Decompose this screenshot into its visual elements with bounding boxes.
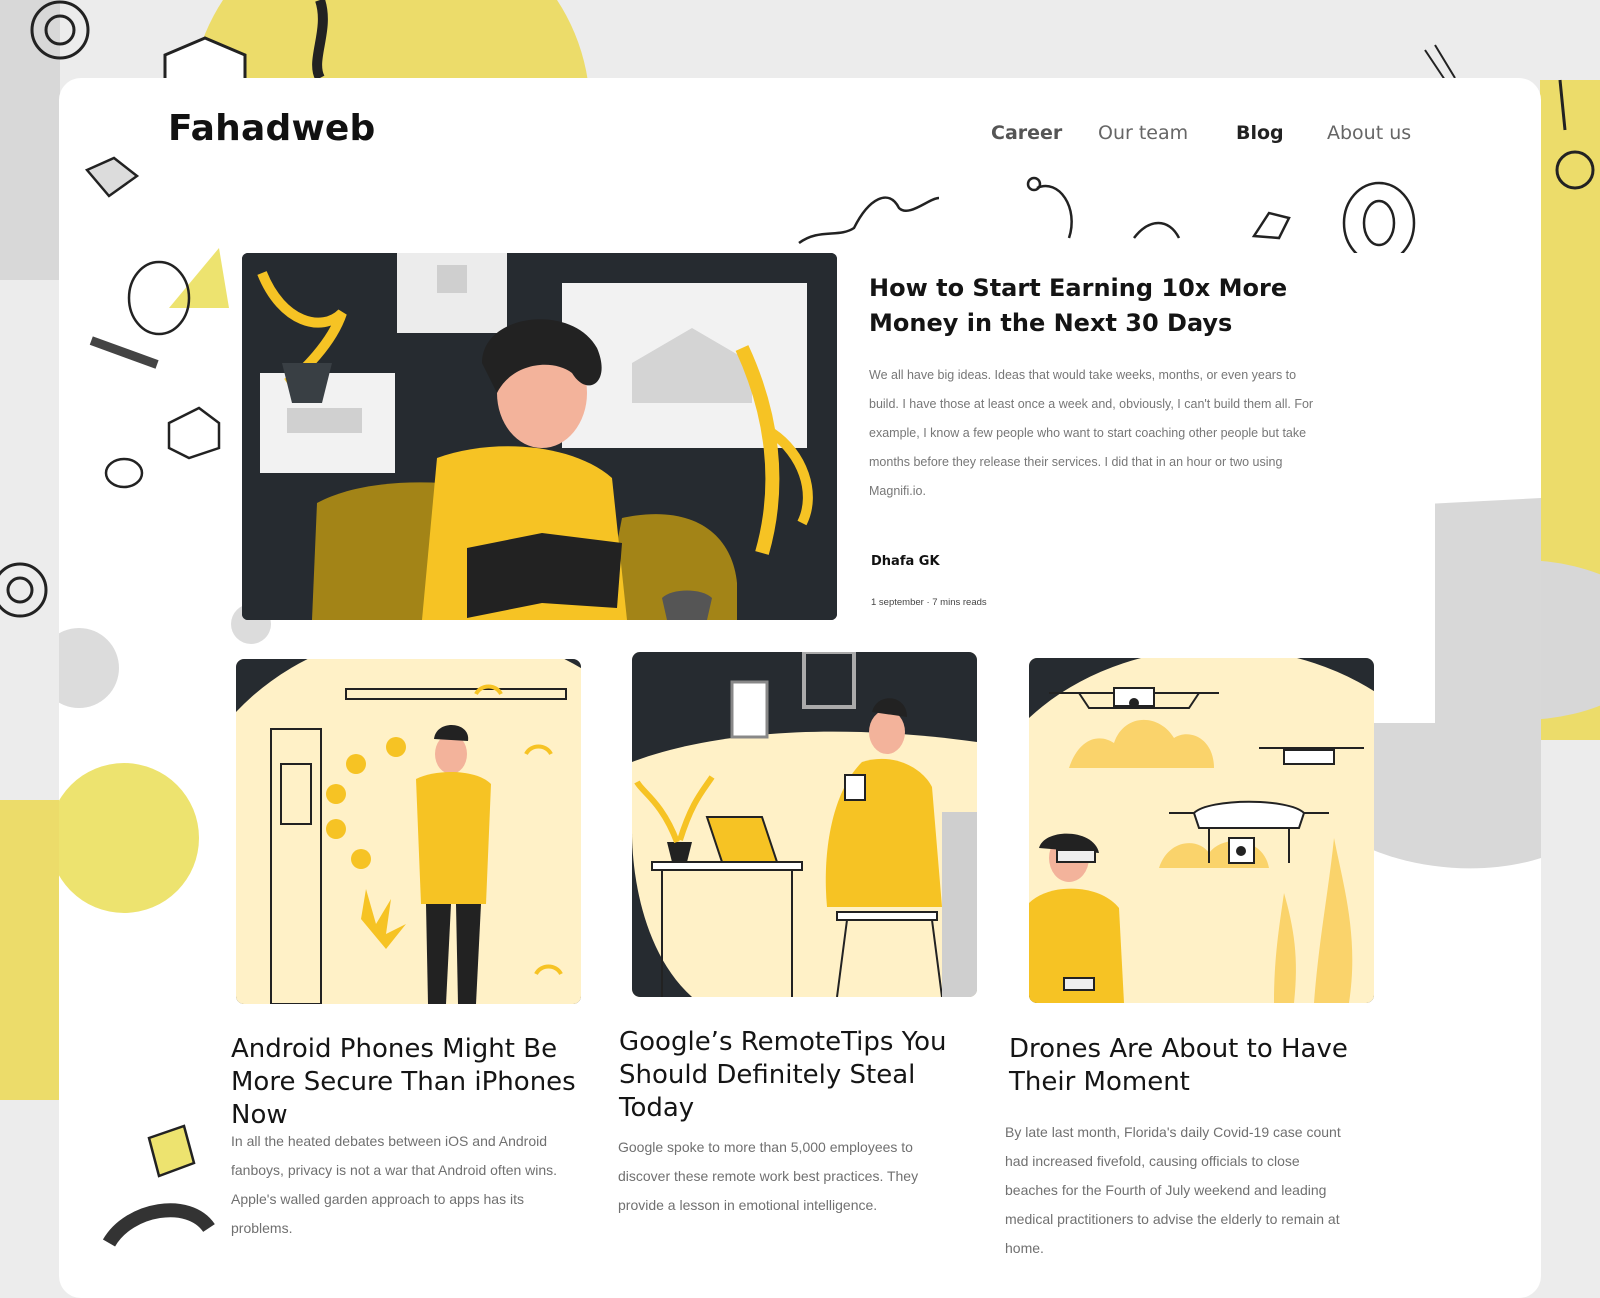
nav-career-link[interactable]: Career xyxy=(991,122,1062,144)
featured-article-title[interactable]: How to Start Earning 10x More Money in t… xyxy=(869,271,1329,341)
article-image-android[interactable] xyxy=(236,659,581,1004)
article-excerpt-android: In all the heated debates between iOS an… xyxy=(231,1133,558,1236)
article-image-drones[interactable] xyxy=(1029,658,1374,1003)
remote-work-illustration xyxy=(632,652,977,997)
article-excerpt-google: Google spoke to more than 5,000 employee… xyxy=(618,1139,919,1213)
smart-home-illustration xyxy=(236,659,581,1004)
featured-article-image[interactable] xyxy=(242,253,837,620)
article-image-google[interactable] xyxy=(632,652,977,997)
nav-our-team-link[interactable]: Our team xyxy=(1098,122,1188,144)
featured-article-author[interactable]: Dhafa GK xyxy=(871,554,940,569)
featured-article-meta: 1 september · 7 mins reads xyxy=(871,597,987,608)
page-card: Fahadweb Career Our team Blog About us H… xyxy=(59,78,1541,1298)
nav-blog-link[interactable]: Blog xyxy=(1236,122,1284,144)
featured-article-excerpt: We all have big ideas. Ideas that would … xyxy=(869,368,1314,498)
woman-reading-illustration xyxy=(242,253,837,620)
article-excerpt-drones: By late last month, Florida's daily Covi… xyxy=(1005,1124,1341,1256)
drone-pilot-illustration xyxy=(1029,658,1374,1003)
article-title-android[interactable]: Android Phones Might Be More Secure Than… xyxy=(231,1033,576,1132)
site-logo[interactable]: Fahadweb xyxy=(168,108,376,149)
article-title-drones[interactable]: Drones Are About to Have Their Moment xyxy=(1009,1033,1354,1099)
article-title-google[interactable]: Google’s RemoteTips You Should Definitel… xyxy=(619,1026,964,1125)
nav-about-us-link[interactable]: About us xyxy=(1327,122,1411,144)
